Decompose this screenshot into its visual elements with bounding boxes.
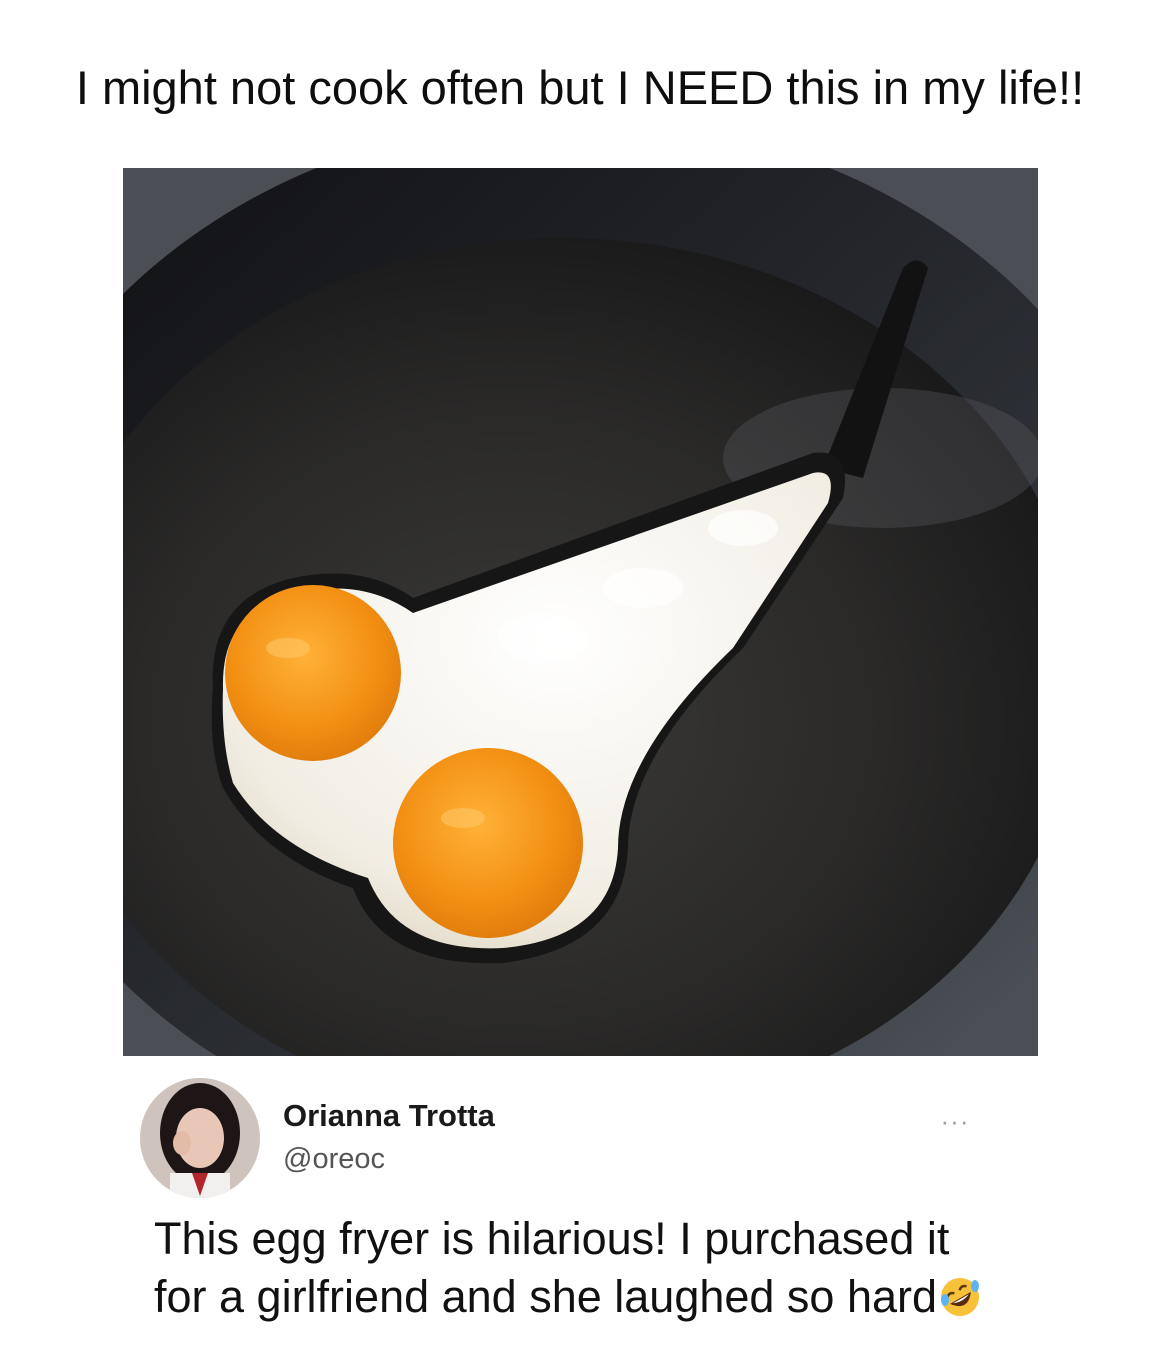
avatar[interactable] [140,1078,260,1198]
tweet-display-name[interactable]: Orianna Trotta [283,1098,495,1134]
profile-photo [140,1078,260,1198]
frying-pan-image [123,168,1038,1056]
rolling-on-floor-laughing-emoji [941,1278,980,1316]
tweet-card[interactable]: Orianna Trotta @oreoc ··· This egg fryer… [140,1078,1020,1328]
tweet-text-line-2: for a girlfriend and she laughed so hard [154,1268,1034,1326]
more-options-button[interactable]: ··· [930,1106,980,1136]
post-photo[interactable] [123,168,1038,1056]
tweet-text: This egg fryer is hilarious! I purchased… [154,1210,1034,1326]
post-caption: I might not cook often but I NEED this i… [75,61,1085,114]
tweet-handle[interactable]: @oreoc [283,1143,385,1176]
tweet-text-line-2-text: for a girlfriend and she laughed so hard [154,1271,938,1322]
tweet-text-line-1: This egg fryer is hilarious! I purchased… [154,1213,950,1264]
